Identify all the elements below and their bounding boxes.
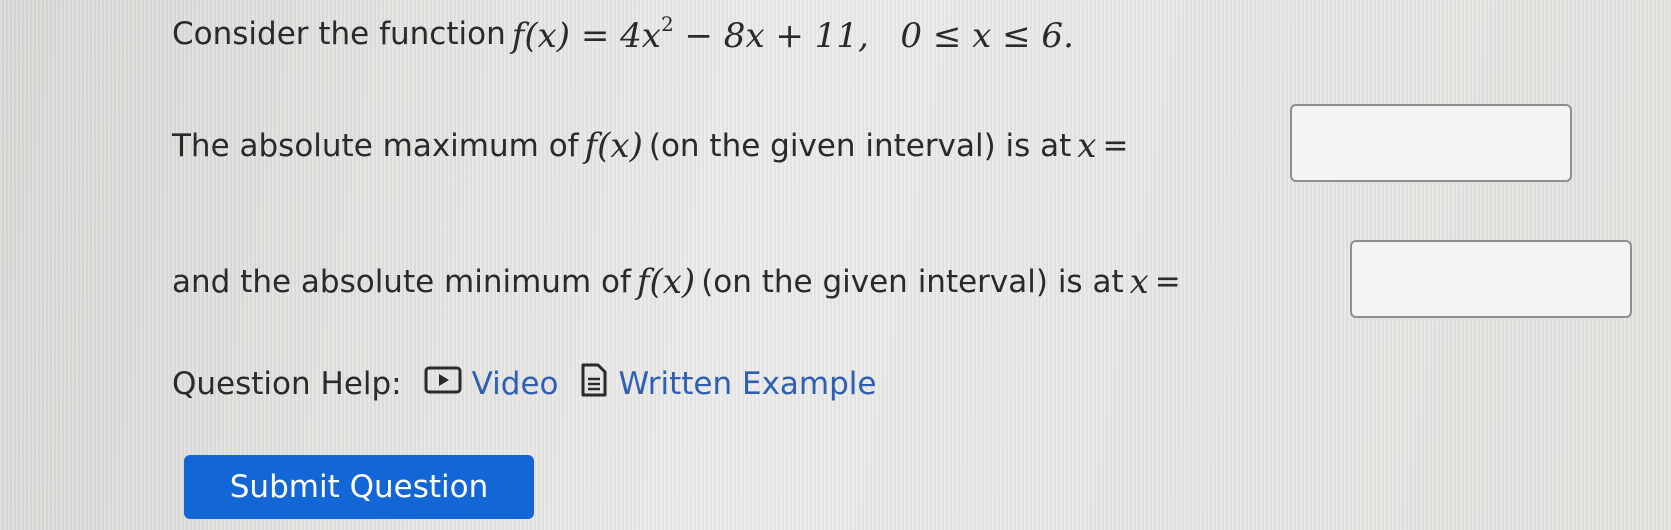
max-prompt-func: f(x) [584,126,643,166]
max-prompt-after: (on the given interval) is at [648,128,1072,164]
min-prompt-var: x [1129,262,1149,302]
min-prompt: and the absolute minimum of f(x) (on the… [172,262,1181,302]
function-definition: f(x) = 4x2 − 8x + 11, 0 ≤ x ≤ 6. [512,12,1074,56]
max-prompt-before: The absolute maximum of [172,128,579,164]
min-prompt-before: and the absolute minimum of [172,264,631,300]
question-intro: Consider the function [172,16,506,52]
function-exponent: 2 [660,12,674,36]
question-help: Question Help: Video Written Example [172,362,876,406]
question-help-label: Question Help: [172,366,402,402]
max-prompt-equals: = [1102,128,1129,164]
submit-question-button[interactable]: Submit Question [184,455,534,519]
min-prompt-func: f(x) [636,262,696,302]
min-prompt-equals: = [1154,264,1181,300]
function-term-b: − 8x + 11, [684,16,869,56]
video-help-label: Video [471,366,559,402]
video-help-link[interactable]: Video [424,366,559,402]
written-example-label: Written Example [618,366,877,402]
video-play-icon [424,366,462,402]
min-prompt-after: (on the given interval) is at [701,264,1124,300]
function-term-a: 4x [620,16,661,56]
function-domain: 0 ≤ x ≤ 6. [900,16,1074,56]
document-icon [580,362,608,406]
function-lhs: f(x) [511,16,571,56]
written-example-link[interactable]: Written Example [580,362,876,406]
question-statement: Consider the function f(x) = 4x2 − 8x + … [172,12,1080,56]
max-answer-input[interactable] [1290,104,1572,182]
min-answer-input[interactable] [1350,240,1632,318]
function-equals: = [580,16,610,56]
max-prompt-var: x [1077,126,1097,166]
max-prompt: The absolute maximum of f(x) (on the giv… [172,126,1128,166]
